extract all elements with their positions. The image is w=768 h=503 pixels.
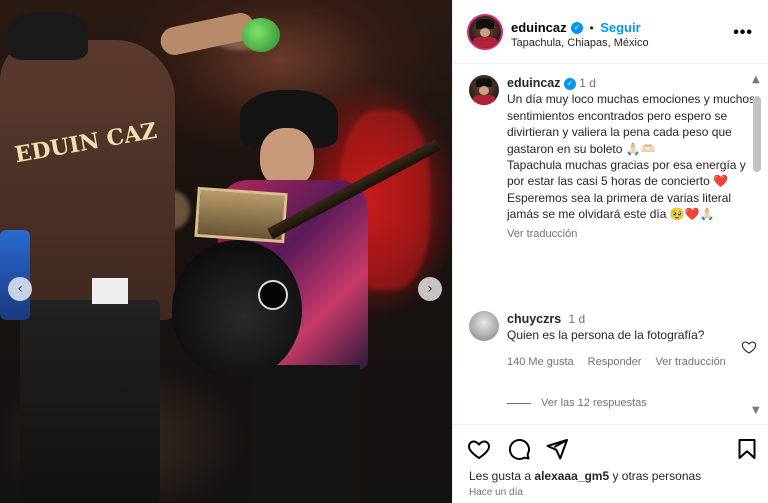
comment-see-translation-link[interactable]: Ver traducción	[655, 354, 725, 370]
post-header: eduincaz ✓ • Seguir Tapachula, Chiapas, …	[453, 0, 768, 64]
caption-age[interactable]: 1 d	[579, 76, 596, 90]
author-avatar[interactable]	[467, 14, 503, 50]
scroll-up-arrow-icon[interactable]: ▲	[752, 74, 760, 85]
comment-icon[interactable]	[507, 437, 531, 461]
paper-note	[92, 278, 128, 304]
verified-badge-icon: ✓	[571, 21, 584, 34]
verified-badge-icon: ✓	[563, 77, 576, 90]
caption-text: Un día muy loco muchas emociones y mucho…	[507, 92, 756, 222]
separator-dot: •	[589, 21, 594, 35]
commenter-avatar[interactable]	[469, 311, 499, 341]
next-photo-button[interactable]: ›	[418, 277, 442, 301]
likes-suffix: y otras personas	[609, 469, 702, 483]
send-icon[interactable]	[545, 437, 569, 461]
caption-body: eduincaz ✓ 1 d Un día muy loco muchas em…	[507, 75, 757, 242]
view-replies-button[interactable]: Ver las 12 respuestas	[507, 397, 647, 409]
comment-text: Quien es la persona de la fotografía?	[507, 328, 705, 343]
post-actions: Les gusta a alexaaa_gm5 y otras personas…	[453, 424, 768, 503]
bookmark-icon[interactable]	[735, 437, 759, 461]
likes-summary[interactable]: Les gusta a alexaaa_gm5 y otras personas	[469, 469, 701, 483]
guitar-soundhole	[258, 280, 288, 310]
post-photo[interactable]: EDUIN CAZ ‹ ›	[0, 0, 452, 503]
comments-scrollbar[interactable]: ▲ ▼	[749, 74, 765, 418]
commenter-username[interactable]: chuyczrs	[507, 312, 561, 326]
replies-line	[507, 402, 531, 404]
chevron-right-icon: ›	[427, 281, 433, 297]
post-details-panel: eduincaz ✓ • Seguir Tapachula, Chiapas, …	[452, 0, 768, 503]
comments-scroll-area[interactable]: eduincaz ✓ 1 d Un día muy loco muchas em…	[453, 65, 768, 421]
comment-body: chuyczrs 1 d Quien es la persona de la f…	[507, 311, 727, 370]
person-right-pants	[250, 365, 360, 503]
author-username[interactable]: eduincaz	[511, 20, 567, 35]
person-left-hat	[8, 12, 88, 60]
see-translation-link[interactable]: Ver traducción	[507, 226, 757, 242]
likes-username[interactable]: alexaaa_gm5	[534, 469, 609, 483]
heart-icon[interactable]	[467, 437, 491, 461]
more-options-icon[interactable]: •••	[733, 24, 753, 42]
blue-guitar	[0, 230, 30, 320]
chevron-left-icon: ‹	[17, 281, 23, 297]
person-right-face	[260, 128, 314, 188]
caption-avatar[interactable]	[469, 75, 499, 105]
post-time[interactable]: Hace un día	[469, 487, 523, 498]
bottle	[242, 18, 280, 52]
header-author-line: eduincaz ✓ • Seguir	[511, 19, 641, 37]
caption-username[interactable]: eduincaz	[507, 76, 561, 90]
comment-likes-count[interactable]: 140 Me gusta	[507, 354, 574, 370]
guitar-body	[172, 240, 302, 380]
reply-button[interactable]: Responder	[588, 354, 642, 370]
comment-age[interactable]: 1 d	[569, 312, 586, 326]
scrollbar-thumb[interactable]	[753, 96, 761, 172]
scroll-down-arrow-icon[interactable]: ▼	[752, 405, 760, 416]
follow-button[interactable]: Seguir	[600, 20, 640, 35]
person-left-pants	[20, 300, 160, 503]
view-replies-label: Ver las 12 respuestas	[541, 397, 647, 409]
post-location[interactable]: Tapachula, Chiapas, México	[511, 37, 649, 49]
previous-photo-button[interactable]: ‹	[8, 277, 32, 301]
likes-prefix: Les gusta a	[469, 469, 535, 483]
comment-actions: 140 Me gusta Responder Ver traducción	[507, 354, 727, 370]
